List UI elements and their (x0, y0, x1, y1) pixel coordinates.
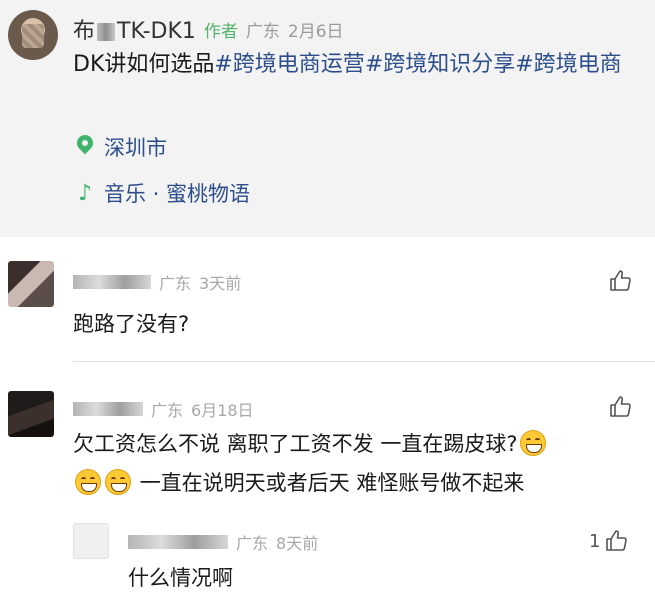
like-count: 1 (589, 530, 601, 552)
comment-header: 广东 6月18日 (73, 398, 254, 420)
location-pin-icon (76, 135, 94, 159)
commenter-avatar[interactable] (8, 391, 54, 437)
post-card: 布 TK-DK1 作者 广东 2月6日 DK讲如何选品#跨境电商运营#跨境知识分享… (0, 0, 655, 237)
comment-item: 广东 6月18日 欠工资怎么不说 离职了工资不发 一直在踢皮球? 一直在说明天或… (0, 363, 655, 513)
post-region: 广东 (245, 21, 280, 42)
comment-header: 广东 3天前 (73, 271, 241, 293)
music-label: 音乐 · 蜜桃物语 (104, 182, 251, 206)
replier-avatar[interactable] (73, 523, 109, 559)
grinning-face-emoji (519, 430, 546, 456)
thumb-up-icon (606, 530, 628, 551)
comment-line: 一直在说明天或者后天 难怪账号做不起来 (73, 464, 633, 503)
grinning-face-emoji (105, 469, 131, 495)
comment-text: 跑路了没有? (73, 312, 190, 336)
post-date: 2月6日 (287, 21, 344, 42)
reply-text: 什么情况啊 (128, 566, 233, 590)
grinning-face-emoji (75, 469, 101, 495)
comment-text: 欠工资怎么不说 离职了工资不发 一直在踢皮球? 一直在说明天或者后天 难怪账号做… (73, 425, 633, 503)
comment-time: 3天前 (199, 274, 242, 293)
location-label: 深圳市 (104, 136, 167, 160)
reply-header: 广东 8天前 (128, 531, 318, 553)
reply-item: 广东 8天前 1 什么情况啊 (0, 513, 655, 616)
comment-line: 欠工资怎么不说 离职了工资不发 一直在踢皮球? (73, 425, 633, 464)
hashtag[interactable]: #跨境知识分享 (365, 52, 515, 77)
post-text: DK讲如何选品#跨境电商运营#跨境知识分享#跨境电商 (73, 52, 622, 77)
music-note-icon: ♪ (77, 180, 93, 206)
reply-region: 广东 (236, 534, 269, 553)
post-header: 布 TK-DK1 作者 广东 2月6日 (73, 14, 344, 44)
thumb-up-icon (610, 270, 631, 291)
name-blur (97, 23, 116, 41)
comment-divider (73, 361, 655, 362)
location-link[interactable]: 深圳市 (76, 132, 167, 162)
replier-name-blur[interactable] (128, 535, 228, 549)
commenter-name-blur[interactable] (73, 402, 143, 416)
thumb-up-icon (610, 396, 631, 417)
comment-region: 广东 (159, 274, 192, 293)
like-button[interactable]: 1 (589, 529, 628, 553)
comment-region: 广东 (151, 401, 184, 420)
comment-time: 6月18日 (191, 401, 254, 420)
commenter-avatar[interactable] (8, 261, 54, 307)
author-avatar[interactable] (8, 10, 58, 60)
hashtag[interactable]: #跨境电商运营 (214, 52, 364, 77)
reply-time: 8天前 (276, 534, 319, 553)
commenter-name-blur[interactable] (73, 275, 151, 289)
comment-item: 广东 3天前 跑路了没有? (0, 237, 655, 363)
hashtag[interactable]: #跨境电商 (515, 52, 621, 77)
like-button[interactable] (608, 395, 632, 419)
like-button[interactable] (608, 269, 632, 293)
author-tag: 作者 (203, 21, 238, 42)
music-link[interactable]: ♪ 音乐 · 蜜桃物语 (76, 178, 250, 208)
author-name[interactable]: 布 TK-DK1 (73, 13, 196, 45)
